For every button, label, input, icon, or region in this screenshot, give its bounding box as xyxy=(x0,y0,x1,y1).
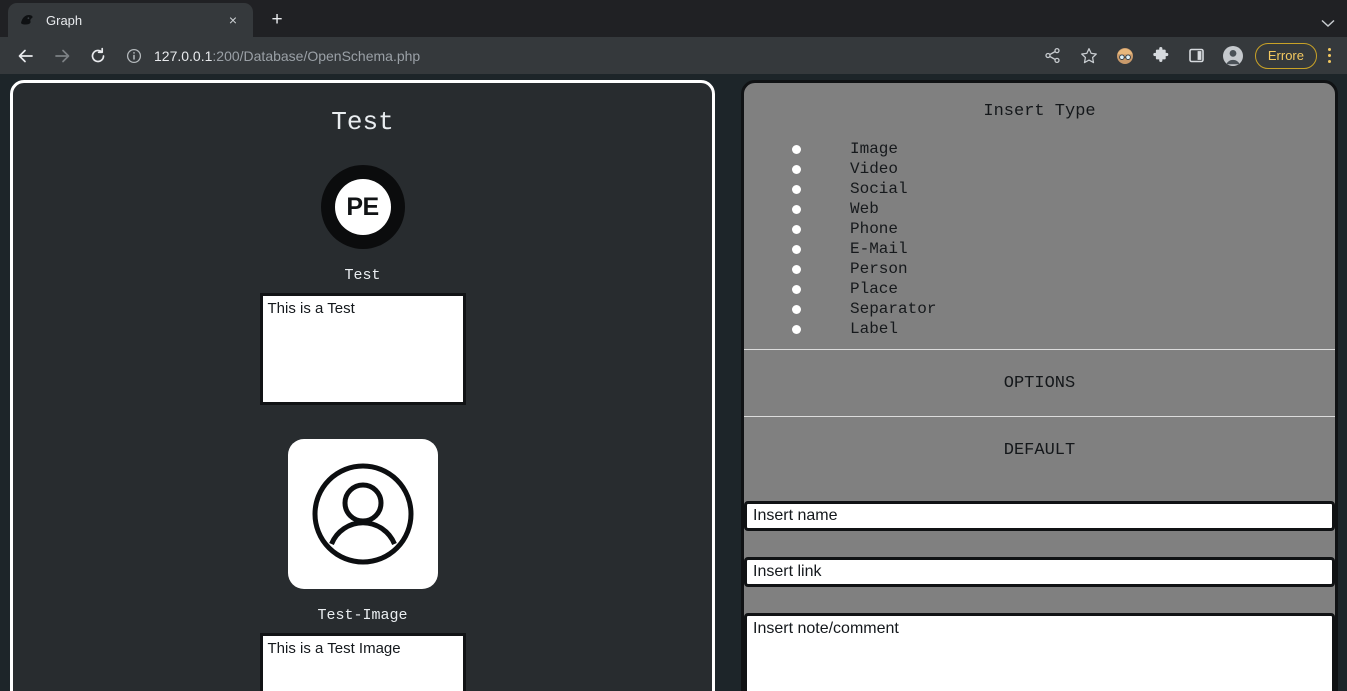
bookmark-star-icon[interactable] xyxy=(1074,41,1104,71)
back-button[interactable] xyxy=(11,41,41,71)
insert-type-option-phone[interactable]: Phone xyxy=(792,219,1335,239)
kebab-menu-icon[interactable] xyxy=(1319,48,1339,63)
bullet-icon xyxy=(792,145,801,154)
tab-strip: Graph × + xyxy=(0,0,1347,37)
node-note-box[interactable]: This is a Test Image xyxy=(260,633,466,691)
person-avatar-icon xyxy=(288,439,438,589)
insert-type-option-image[interactable]: Image xyxy=(792,139,1335,159)
bullet-icon xyxy=(792,325,801,334)
node-label: Test-Image xyxy=(317,607,407,624)
bullet-icon xyxy=(792,305,801,314)
url-path: :200/Database/OpenSchema.php xyxy=(212,48,420,64)
options-title: OPTIONS xyxy=(1004,374,1075,393)
insert-form-panel: Insert Type Image Video Social xyxy=(741,80,1338,691)
insert-type-label: Person xyxy=(850,260,908,278)
side-panel-icon[interactable] xyxy=(1182,41,1212,71)
insert-type-list: Image Video Social Web xyxy=(744,139,1335,339)
insert-type-label: Phone xyxy=(850,220,898,238)
insert-type-option-email[interactable]: E-Mail xyxy=(792,239,1335,259)
forward-button[interactable] xyxy=(47,41,77,71)
insert-type-label: Place xyxy=(850,280,898,298)
insert-type-option-separator[interactable]: Separator xyxy=(792,299,1335,319)
default-section[interactable]: DEFAULT xyxy=(744,417,1335,483)
url-text: 127.0.0.1:200/Database/OpenSchema.php xyxy=(154,48,420,64)
bullet-icon xyxy=(792,225,801,234)
chevron-down-icon[interactable] xyxy=(1321,19,1335,31)
bullet-icon xyxy=(792,165,801,174)
bullet-icon xyxy=(792,245,801,254)
graph-node-test[interactable]: PE Test This is a Test xyxy=(13,165,712,405)
graph-node-test-image[interactable]: Test-Image This is a Test Image xyxy=(13,439,712,691)
insert-type-label: Social xyxy=(850,180,908,198)
bullet-icon xyxy=(792,205,801,214)
profile-emoji-icon[interactable] xyxy=(1110,41,1140,71)
insert-fields xyxy=(744,483,1335,691)
page-viewport: Test PE Test This is a Test Test xyxy=(0,74,1347,691)
node-note-box[interactable]: This is a Test xyxy=(260,293,466,405)
insert-type-label: Web xyxy=(850,200,879,218)
insert-link-input[interactable] xyxy=(744,557,1335,587)
page-title: Test xyxy=(13,107,712,137)
share-icon[interactable] xyxy=(1038,41,1068,71)
tab-graph[interactable]: Graph × xyxy=(8,3,253,37)
address-bar[interactable]: 127.0.0.1:200/Database/OpenSchema.php xyxy=(126,42,1029,70)
insert-type-label: Image xyxy=(850,140,898,158)
insert-type-option-social[interactable]: Social xyxy=(792,179,1335,199)
bullet-icon xyxy=(792,265,801,274)
insert-type-label: Video xyxy=(850,160,898,178)
default-title: DEFAULT xyxy=(1004,441,1075,460)
options-section[interactable]: OPTIONS xyxy=(744,350,1335,416)
insert-type-option-web[interactable]: Web xyxy=(792,199,1335,219)
detective-silhouette-icon xyxy=(18,12,35,29)
browser-toolbar: 127.0.0.1:200/Database/OpenSchema.php xyxy=(0,37,1347,74)
browser-window: Graph × + xyxy=(0,0,1347,691)
error-button[interactable]: Errore xyxy=(1255,43,1317,69)
insert-type-option-place[interactable]: Place xyxy=(792,279,1335,299)
insert-name-input[interactable] xyxy=(744,501,1335,531)
pe-logo-icon: PE xyxy=(321,165,405,249)
insert-type-section: Insert Type Image Video Social xyxy=(744,83,1335,349)
graph-panel: Test PE Test This is a Test Test xyxy=(10,80,715,691)
insert-note-textarea[interactable] xyxy=(744,613,1335,691)
insert-type-option-person[interactable]: Person xyxy=(792,259,1335,279)
insert-type-option-video[interactable]: Video xyxy=(792,159,1335,179)
extensions-puzzle-icon[interactable] xyxy=(1146,41,1176,71)
insert-type-option-label[interactable]: Label xyxy=(792,319,1335,339)
field-gap xyxy=(744,587,1335,613)
account-avatar-icon[interactable] xyxy=(1218,41,1248,71)
insert-type-label: Separator xyxy=(850,300,936,318)
close-icon[interactable]: × xyxy=(223,10,243,30)
reload-button[interactable] xyxy=(83,41,113,71)
bullet-icon xyxy=(792,285,801,294)
bullet-icon xyxy=(792,185,801,194)
pe-logo-text: PE xyxy=(335,179,391,235)
insert-type-title: Insert Type xyxy=(744,102,1335,121)
site-info-icon[interactable] xyxy=(126,48,142,64)
url-host: 127.0.0.1 xyxy=(154,48,212,64)
tab-title: Graph xyxy=(46,13,223,28)
insert-type-label: E-Mail xyxy=(850,240,908,258)
field-gap xyxy=(744,531,1335,557)
insert-type-label: Label xyxy=(850,320,898,338)
node-label: Test xyxy=(344,267,380,284)
new-tab-button[interactable]: + xyxy=(263,6,291,34)
